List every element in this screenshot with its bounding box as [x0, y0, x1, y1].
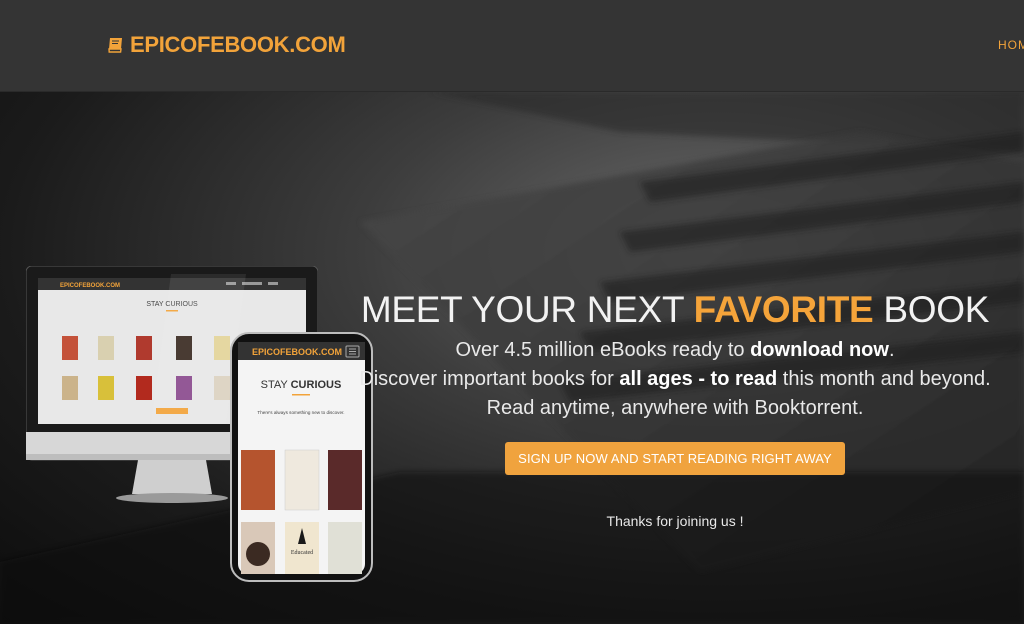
- desktop-logo: EPICOFEBOOK.COM: [60, 283, 120, 289]
- headline-part1: MEET YOUR NEXT: [360, 289, 694, 330]
- signup-cta-button[interactable]: SIGN UP NOW AND START READING RIGHT AWAY: [505, 442, 845, 475]
- phone-tagline: There's always something new to discover…: [257, 410, 344, 415]
- site-logo[interactable]: EPICOFEBOOK.COM: [106, 32, 346, 58]
- svg-text:Educated: Educated: [291, 550, 313, 556]
- hero-line-1: Over 4.5 million eBooks ready to downloa…: [455, 339, 895, 361]
- hero-headline: MEET YOUR NEXT FAVORITE BOOK: [360, 288, 990, 332]
- site-header: EPICOFEBOOK.COM HOME: [0, 0, 1024, 92]
- headline-part2: BOOK: [873, 289, 990, 330]
- hero-description: Over 4.5 million eBooks ready to downloa…: [359, 336, 990, 423]
- hero-content: MEET YOUR NEXT FAVORITE BOOK Over 4.5 mi…: [359, 288, 990, 529]
- hero-section: EPICOFEBOOK.COM STAY CURIOUS EPICOFEBOOK…: [0, 92, 1024, 624]
- hero-line-3: Read anytime, anywhere with Booktorrent.: [486, 397, 864, 419]
- hero-line-2: Discover important books for all ages - …: [359, 368, 991, 390]
- thanks-message: Thanks for joining us !: [606, 513, 744, 529]
- nav-home-link[interactable]: HOME: [998, 38, 1024, 52]
- phone-title-part1: STAY: [261, 379, 291, 391]
- headline-accent: FAVORITE: [693, 289, 874, 330]
- book-icon: [108, 38, 122, 53]
- logo-text: EPICOFEBOOK.COM: [130, 32, 346, 57]
- phone-logo: EPICOFEBOOK.COM: [252, 347, 342, 357]
